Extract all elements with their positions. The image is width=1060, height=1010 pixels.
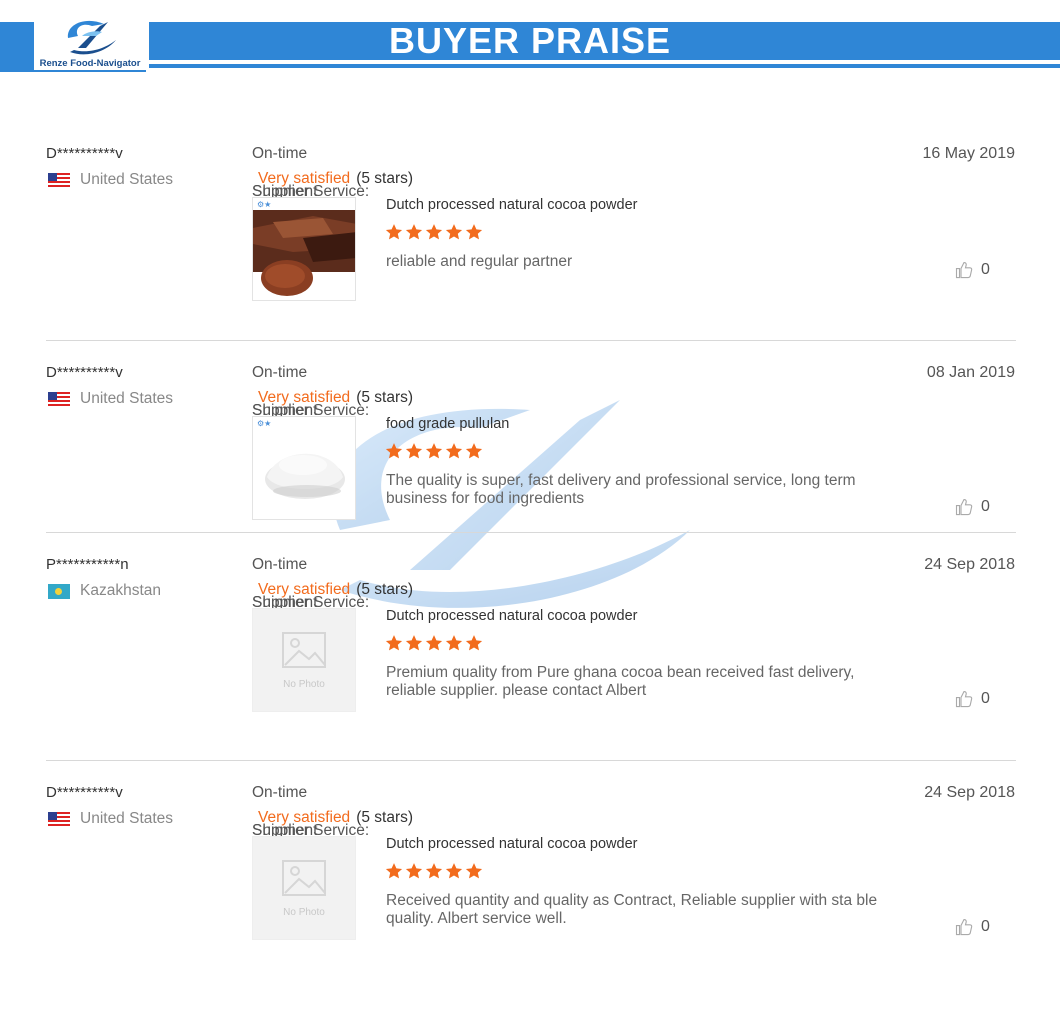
product-name[interactable]: Dutch processed natural cocoa powder xyxy=(386,197,637,213)
buyer-name: D**********v xyxy=(46,145,123,162)
badge-icon: ⚙★ xyxy=(257,200,272,209)
star-icon xyxy=(465,224,483,240)
like-button[interactable]: 0 xyxy=(955,690,990,708)
thumbs-up-icon xyxy=(955,918,973,936)
like-button[interactable]: 0 xyxy=(955,261,990,279)
like-count: 0 xyxy=(981,918,990,935)
image-placeholder-icon xyxy=(282,860,326,896)
review-comment: Premium quality from Pure ghana cocoa be… xyxy=(386,664,855,699)
buyer-country: United States xyxy=(48,810,173,828)
product-thumbnail[interactable]: ⚙★ xyxy=(252,416,356,520)
us-flag-icon xyxy=(48,172,70,188)
review-date: 08 Jan 2019 xyxy=(926,364,1015,381)
review-comment: Received quantity and quality as Contrac… xyxy=(386,892,878,927)
star-icon xyxy=(425,443,443,459)
buyer-name: D**********v xyxy=(46,784,123,801)
like-count: 0 xyxy=(981,690,990,707)
star-icon xyxy=(445,224,463,240)
star-icon xyxy=(445,863,463,879)
product-name[interactable]: food grade pullulan xyxy=(386,416,509,432)
logo-text: Renze Food-Navigator xyxy=(39,58,141,69)
review-date: 24 Sep 2018 xyxy=(924,556,1015,573)
logo-icon xyxy=(67,20,116,55)
country-label: Kazakhstan xyxy=(80,582,161,599)
country-label: United States xyxy=(80,171,174,188)
country-label: United States xyxy=(80,810,174,827)
title-banner: BUYER PRAISE xyxy=(149,22,1060,60)
country-label: United States xyxy=(80,390,174,407)
star-icon xyxy=(445,443,463,459)
page-header: Renze Food-Navigator BUYER PRAISE xyxy=(0,0,1060,80)
star-icon xyxy=(465,863,483,879)
review-comment: The quality is super, fast delivery and … xyxy=(386,472,856,507)
star-icon xyxy=(405,863,423,879)
review-comment: reliable and regular partner xyxy=(386,253,573,270)
thumbs-up-icon xyxy=(955,261,973,279)
buyer-country: United States xyxy=(48,171,173,189)
supplier-service-rating: ShipmentSupplier Service:Supplier Servic… xyxy=(252,581,413,611)
star-icon xyxy=(405,635,423,651)
buyer-country: Kazakhstan xyxy=(48,582,161,600)
header-left-bar xyxy=(0,22,34,68)
thumbs-up-icon xyxy=(955,498,973,516)
review-divider xyxy=(46,760,1016,761)
product-name[interactable]: Dutch processed natural cocoa powder xyxy=(386,836,637,852)
product-thumbnail[interactable]: ⚙★ xyxy=(252,197,356,301)
review-date: 24 Sep 2018 xyxy=(924,784,1015,801)
star-rating xyxy=(385,223,483,241)
like-button[interactable]: 0 xyxy=(955,918,990,936)
product-thumbnail[interactable]: No Photo xyxy=(252,836,356,940)
us-flag-icon xyxy=(48,811,70,827)
star-icon xyxy=(385,443,403,459)
image-placeholder-icon xyxy=(282,632,326,668)
star-icon xyxy=(425,863,443,879)
on-time-label: On-time xyxy=(252,145,308,162)
thumbs-up-icon xyxy=(955,690,973,708)
star-icon xyxy=(405,443,423,459)
star-rating xyxy=(385,634,483,652)
no-photo-placeholder: No Photo xyxy=(253,609,355,711)
buyer-country: United States xyxy=(48,390,173,408)
badge-icon: ⚙★ xyxy=(257,419,272,428)
star-icon xyxy=(465,635,483,651)
star-icon xyxy=(385,635,403,651)
us-flag-icon xyxy=(48,391,70,407)
logo[interactable]: Renze Food-Navigator xyxy=(34,14,146,70)
star-icon xyxy=(425,224,443,240)
star-icon xyxy=(385,224,403,240)
star-icon xyxy=(385,863,403,879)
product-thumbnail[interactable]: No Photo xyxy=(252,608,356,712)
on-time-label: On-time xyxy=(252,556,308,573)
supplier-service-rating: ShipmentSupplier Service:Supplier Servic… xyxy=(252,389,413,419)
like-count: 0 xyxy=(981,498,990,515)
review-divider xyxy=(46,532,1016,533)
on-time-label: On-time xyxy=(252,784,308,801)
banner-underline xyxy=(149,64,1060,68)
star-icon xyxy=(465,443,483,459)
star-icon xyxy=(405,224,423,240)
like-count: 0 xyxy=(981,261,990,278)
buyer-name: D**********v xyxy=(46,364,123,381)
page-title: BUYER PRAISE xyxy=(388,20,672,61)
star-rating xyxy=(385,862,483,880)
kz-flag-icon xyxy=(48,583,70,599)
powder-photo xyxy=(253,417,355,519)
supplier-service-rating: ShipmentSupplier Service:Supplier Servic… xyxy=(252,809,413,839)
on-time-label: On-time xyxy=(252,364,308,381)
no-photo-placeholder: No Photo xyxy=(253,837,355,939)
like-button[interactable]: 0 xyxy=(955,498,990,516)
no-photo-label: No Photo xyxy=(283,679,325,690)
no-photo-label: No Photo xyxy=(283,907,325,918)
product-name[interactable]: Dutch processed natural cocoa powder xyxy=(386,608,637,624)
buyer-name: P***********n xyxy=(46,556,129,573)
star-rating xyxy=(385,442,483,460)
cocoa-photo xyxy=(253,198,355,300)
review-divider xyxy=(46,340,1016,341)
star-icon xyxy=(445,635,463,651)
review-date: 16 May 2019 xyxy=(922,145,1015,162)
supplier-service-rating: ShipmentSupplier Service:Supplier Servic… xyxy=(252,170,413,200)
star-icon xyxy=(425,635,443,651)
